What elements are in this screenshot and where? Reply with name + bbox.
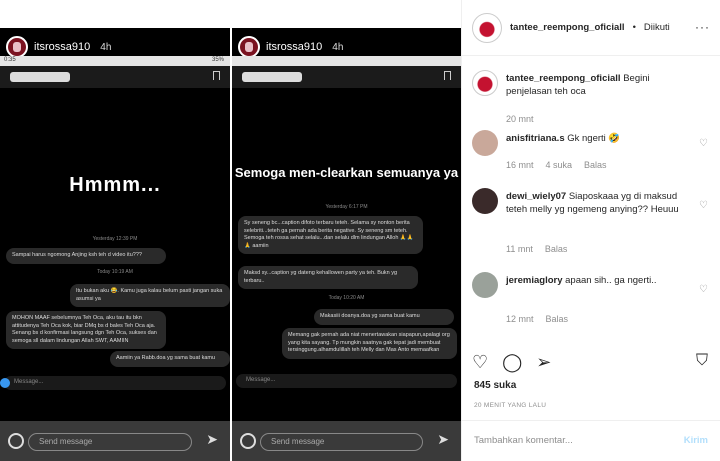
story-media-area: itsrossa910 4h 0:35 35% Hmmm... Yesterda… [0, 0, 461, 461]
battery-level: 35% [211, 57, 224, 63]
message-bubble: MOHON MAAF sebelumnya Teh Oca, aku tau i… [6, 311, 166, 349]
comments-list: tantee_reempong_oficiall Begini penjelas… [462, 60, 720, 337]
comment-body: apaan sih.. ga ngerti.. [565, 275, 657, 286]
phone-status-bar [232, 56, 461, 66]
comment-likes[interactable]: 4 suka [546, 160, 573, 170]
post-header: tantee_reempong_oficiall • Diikuti ··· [462, 0, 720, 56]
like-heart-icon[interactable]: ♡ [472, 352, 488, 373]
comment-meta: 12 mnt Balas [506, 314, 568, 324]
reply-button[interactable]: Balas [584, 160, 607, 170]
phone-status-bar: 0:35 35% [0, 56, 230, 66]
caption-time: 20 mnt [506, 114, 534, 124]
comment-body: Gk ngerti 🤣 [567, 133, 621, 144]
message-bubble: Aamiin ya Rabb.doa yg sama buat kamu [110, 351, 230, 367]
message-input: Message... [4, 376, 226, 390]
avatar[interactable] [6, 36, 28, 58]
story-header: itsrossa910 4h [238, 36, 343, 58]
avatar[interactable] [472, 70, 498, 96]
likes-count[interactable]: 845 suka [474, 380, 516, 391]
message-bubble: Sy seneng bc...caption difoto terbaru te… [238, 216, 423, 254]
message-bubble: Maksd sy...caption yg dateng kehallowen … [238, 266, 418, 289]
post-comment-button[interactable]: Kirim [684, 435, 708, 446]
post-date: 20 MENIT YANG LALU [474, 402, 547, 409]
story-header: itsrossa910 4h [6, 36, 111, 58]
story-headline: Hmmm... [69, 174, 161, 196]
comment-icon[interactable]: ◯ [502, 352, 522, 373]
blurred-name [242, 72, 302, 82]
reply-button[interactable]: Balas [545, 244, 568, 254]
follow-status-button[interactable]: Diikuti [644, 22, 670, 33]
comment-meta: 20 mnt [506, 114, 534, 124]
post-username[interactable]: tantee_reempong_oficiall [510, 22, 625, 33]
action-bar: ♡ ◯ ➢ [472, 352, 551, 373]
message-input: Message... [236, 374, 457, 388]
avatar[interactable] [238, 36, 260, 58]
story-username[interactable]: itsrossa910 [34, 41, 90, 53]
timestamp: Today 10:19 AM [97, 269, 133, 275]
avatar[interactable] [472, 188, 498, 214]
message-bubble: Memang gak pernah ada niat menertawakan … [282, 328, 457, 359]
comment-time: 11 mnt [506, 244, 533, 254]
reply-button[interactable]: Balas [546, 314, 569, 324]
reply-bar: Send message ➤ [0, 421, 230, 461]
blurred-name [10, 72, 70, 82]
story-screenshot-1: itsrossa910 4h 0:35 35% Hmmm... Yesterda… [0, 28, 230, 461]
comment-username[interactable]: anisfitriana.s [506, 133, 565, 144]
avatar[interactable] [472, 272, 498, 298]
avatar[interactable] [472, 130, 498, 156]
send-icon[interactable]: ➤ [437, 431, 449, 448]
more-options-icon[interactable]: ··· [695, 20, 710, 34]
comment-username[interactable]: dewi_wiely07 [506, 191, 566, 202]
comment-meta: 11 mnt Balas [506, 244, 567, 254]
flag-icon [213, 71, 220, 80]
comment-meta: 16 mnt 4 suka Balas [506, 160, 607, 170]
story-username[interactable]: itsrossa910 [266, 41, 322, 53]
bookmark-icon[interactable]: ⛉ [696, 352, 708, 370]
heart-icon[interactable]: ♡ [699, 138, 708, 149]
add-comment-bar: Tambahkan komentar... Kirim [462, 420, 720, 461]
message-bubble: Makasiii doanya.doa yg sama buat kamu [314, 309, 454, 325]
send-message-input[interactable]: Send message [28, 433, 192, 451]
camera-icon[interactable] [8, 433, 24, 449]
timestamp: Yesterday 6:17 PM [325, 204, 368, 210]
send-message-input[interactable]: Send message [260, 433, 423, 451]
story-headline: Semoga men-clearkan semuanya ya [234, 165, 459, 180]
send-icon[interactable]: ➤ [206, 431, 218, 448]
camera-icon[interactable] [240, 433, 256, 449]
comment-username[interactable]: jeremiaglory [506, 275, 563, 286]
comment-text: anisfitriana.s Gk ngerti 🤣 [506, 132, 688, 145]
chat-header [232, 66, 461, 88]
heart-icon[interactable]: ♡ [699, 200, 708, 211]
caption-username[interactable]: tantee_reempong_oficiall [506, 73, 621, 84]
caption-text: tantee_reempong_oficiall Begini penjelas… [506, 72, 688, 98]
status-time: 0:35 [4, 57, 16, 63]
comment-time: 12 mnt [506, 314, 534, 324]
camera-icon [0, 378, 10, 388]
flag-icon [444, 71, 451, 80]
story-time: 4h [332, 41, 344, 53]
reply-bar: Send message ➤ [232, 421, 461, 461]
comment-text: jeremiaglory apaan sih.. ga ngerti.. [506, 274, 688, 287]
message-bubble: Itu bukan aku 😂. Kamu juga kalau belum p… [70, 284, 230, 307]
post-sidebar: tantee_reempong_oficiall • Diikuti ··· t… [461, 0, 720, 461]
story-time: 4h [100, 41, 112, 53]
comment-input[interactable]: Tambahkan komentar... [474, 435, 573, 446]
chat-header [0, 66, 230, 88]
avatar[interactable] [472, 12, 502, 43]
timestamp: Today 10:20 AM [328, 295, 365, 301]
comment-text: dewi_wiely07 Siaposkaaa yg di maksud tet… [506, 190, 688, 216]
message-bubble: Sampai harus ngomong Anjing ksh teh d vi… [6, 248, 166, 264]
timestamp: Yesterday 12:39 PM [92, 236, 138, 242]
comment-time: 16 mnt [506, 160, 534, 170]
heart-icon[interactable]: ♡ [699, 284, 708, 295]
story-screenshot-2: itsrossa910 4h Semoga men-clearkan semua… [232, 28, 461, 461]
separator: • [632, 22, 636, 33]
share-icon[interactable]: ➢ [536, 352, 551, 373]
